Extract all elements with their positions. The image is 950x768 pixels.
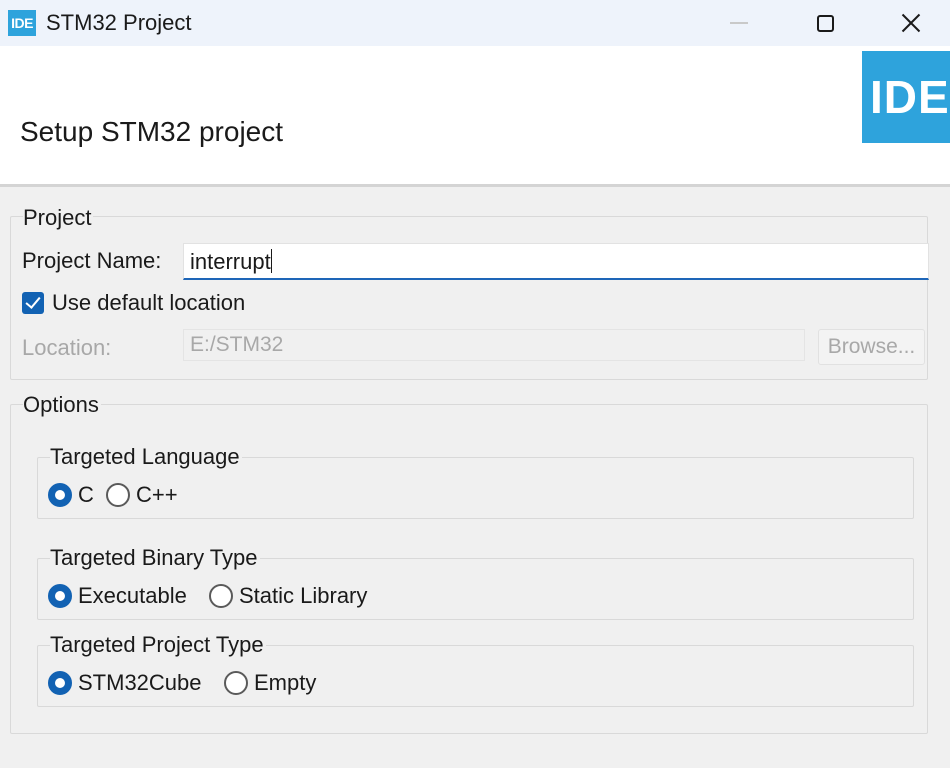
window-title: STM32 Project	[46, 10, 192, 35]
header-divider	[0, 184, 950, 187]
title-bar: IDE STM32 Project	[0, 0, 950, 46]
project-name-input[interactable]: interrupt	[183, 243, 929, 280]
page-title: Setup STM32 project	[20, 116, 284, 147]
language-cpp-radio[interactable]	[106, 483, 130, 507]
project-group-title: Project	[23, 205, 94, 231]
minimize-button[interactable]	[696, 0, 782, 46]
maximize-button[interactable]	[782, 0, 868, 46]
project-type-empty-radio[interactable]	[224, 671, 248, 695]
text-caret	[270, 249, 272, 273]
maximize-icon	[816, 14, 834, 32]
language-c-label[interactable]: C	[78, 482, 94, 508]
project-type-stm32cube-label[interactable]: STM32Cube	[78, 670, 202, 696]
project-type-empty-label[interactable]: Empty	[254, 670, 316, 696]
language-group-title: Targeted Language	[50, 444, 242, 470]
project-type-stm32cube-radio[interactable]	[48, 671, 72, 695]
binary-static-library-label[interactable]: Static Library	[239, 583, 367, 609]
ide-logo: IDE	[862, 51, 950, 143]
binary-static-library-radio[interactable]	[209, 584, 233, 608]
project-name-value: interrupt	[190, 249, 271, 274]
browse-button: Browse...	[818, 329, 925, 365]
language-c-radio[interactable]	[48, 483, 72, 507]
binary-type-group-title: Targeted Binary Type	[50, 545, 260, 571]
project-type-group-title: Targeted Project Type	[50, 632, 266, 658]
minimize-icon	[730, 22, 748, 24]
use-default-location-checkbox[interactable]	[22, 292, 44, 314]
use-default-location-label[interactable]: Use default location	[52, 290, 245, 316]
wizard-header: Setup STM32 project IDE	[0, 46, 950, 184]
binary-executable-radio[interactable]	[48, 584, 72, 608]
options-group-title: Options	[23, 392, 101, 418]
close-icon	[901, 13, 921, 33]
app-icon: IDE	[8, 10, 36, 36]
project-name-label: Project Name:	[22, 248, 162, 273]
close-button[interactable]	[868, 0, 950, 46]
binary-executable-label[interactable]: Executable	[78, 583, 187, 609]
location-label: Location:	[22, 335, 112, 360]
location-input: E:/STM32	[183, 329, 805, 361]
language-cpp-label[interactable]: C++	[136, 482, 178, 508]
